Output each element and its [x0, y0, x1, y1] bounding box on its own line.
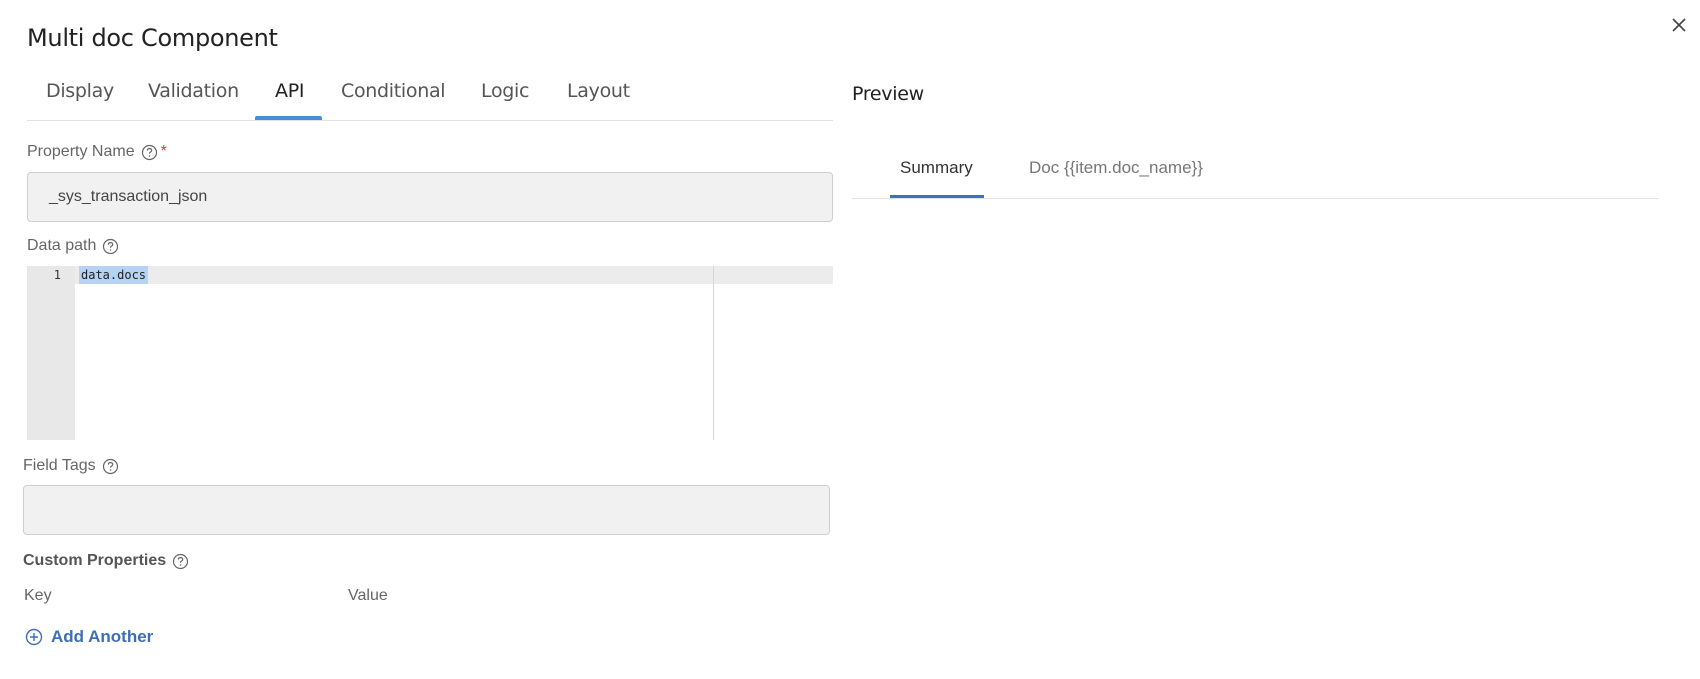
dialog-title: Multi doc Component — [27, 24, 278, 52]
field-tags-input[interactable] — [23, 485, 830, 535]
help-icon[interactable] — [172, 553, 189, 570]
preview-active-tab-indicator — [890, 195, 984, 198]
add-another-label: Add Another — [51, 627, 154, 646]
property-name-input[interactable]: _sys_transaction_json — [27, 172, 833, 222]
settings-tabs: Display Validation API Conditional Logic… — [27, 70, 833, 121]
editor-gutter: 1 — [27, 266, 75, 440]
help-icon[interactable] — [102, 238, 119, 255]
print-margin — [713, 266, 714, 440]
tab-display[interactable]: Display — [46, 80, 114, 102]
close-icon[interactable] — [1668, 14, 1690, 36]
code-line[interactable]: data.docs — [79, 266, 149, 284]
key-column-header: Key — [24, 587, 52, 604]
property-name-label-group: Property Name * — [27, 143, 167, 161]
preview-title: Preview — [852, 83, 924, 105]
data-path-code-editor[interactable]: 1 data.docs — [27, 266, 833, 440]
tab-layout[interactable]: Layout — [567, 80, 630, 102]
line-number: 1 — [53, 268, 61, 282]
preview-tab-summary[interactable]: Summary — [900, 158, 973, 178]
add-another-button[interactable]: Add Another — [25, 627, 153, 647]
data-path-label: Data path — [27, 237, 97, 254]
plus-circle-icon — [25, 628, 43, 646]
preview-tab-doc[interactable]: Doc {{item.doc_name}} — [1029, 158, 1203, 178]
tab-api[interactable]: API — [275, 80, 304, 102]
component-settings-dialog: Multi doc Component Display Validation A… — [0, 0, 1700, 679]
active-tab-indicator — [255, 116, 322, 120]
custom-properties-label-group: Custom Properties — [23, 552, 189, 570]
property-name-label: Property Name — [27, 143, 135, 160]
preview-tabs: Summary Doc {{item.doc_name}} — [852, 150, 1658, 199]
custom-properties-label: Custom Properties — [23, 552, 167, 569]
required-marker: * — [160, 143, 167, 160]
tab-validation[interactable]: Validation — [148, 80, 239, 102]
tab-logic[interactable]: Logic — [481, 80, 529, 102]
data-path-label-group: Data path — [27, 237, 119, 255]
value-column-header: Value — [348, 587, 388, 604]
active-line-highlight — [75, 266, 833, 284]
field-tags-label-group: Field Tags — [23, 457, 119, 475]
tab-conditional[interactable]: Conditional — [341, 80, 446, 102]
help-icon[interactable] — [102, 458, 119, 475]
field-tags-label: Field Tags — [23, 457, 96, 474]
help-icon[interactable] — [141, 144, 158, 161]
